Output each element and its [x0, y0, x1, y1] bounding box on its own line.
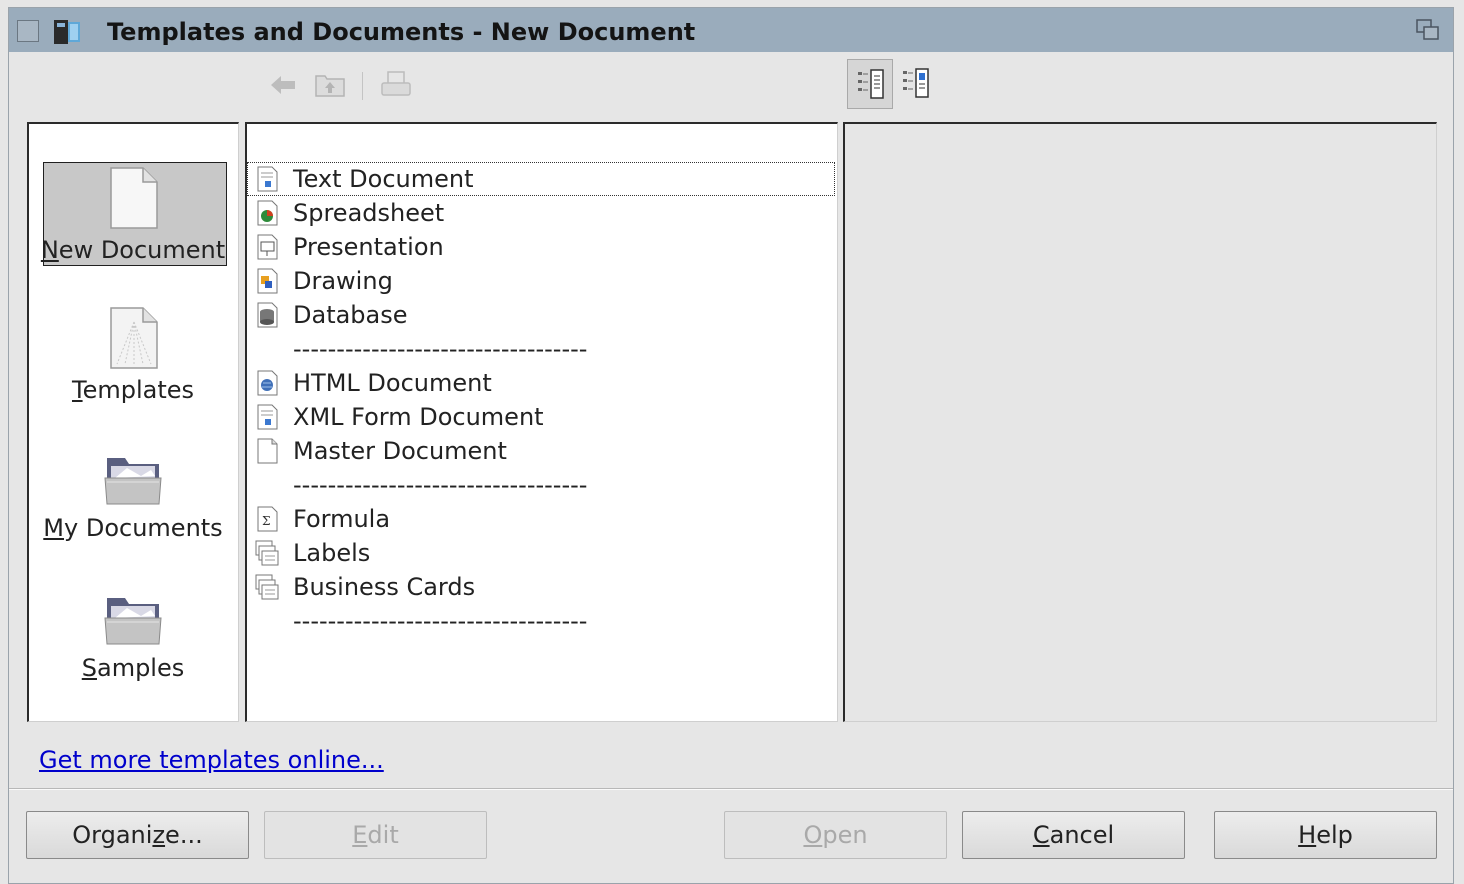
title-bar[interactable]: Templates and Documents - New Document — [9, 8, 1453, 52]
folder-icon — [104, 458, 162, 505]
get-more-templates-link[interactable]: Get more templates online... — [39, 746, 384, 774]
category-my-documents[interactable]: My Documents — [29, 454, 237, 542]
presentation-icon — [257, 234, 278, 260]
master-document-icon — [257, 438, 278, 464]
list-item-label: HTML Document — [293, 369, 492, 397]
list-item-label: Database — [293, 301, 408, 329]
list-item-label: Business Cards — [293, 573, 476, 601]
list-separator: ---------------------------------- — [247, 604, 837, 638]
button-label-part: Organi — [72, 821, 153, 849]
list-separator: ---------------------------------- — [247, 332, 837, 366]
window-title: Templates and Documents - New Document — [107, 18, 696, 46]
list-item-label: Master Document — [293, 437, 507, 465]
open-button[interactable]: Open — [724, 811, 947, 859]
category-label: New Document — [40, 236, 226, 264]
category-samples[interactable]: Samples — [29, 594, 237, 682]
separator-line: ---------------------------------- — [293, 471, 588, 499]
category-panel: New Document Templates My Documents Samp… — [27, 122, 239, 722]
category-templates[interactable]: Templates — [29, 306, 237, 404]
list-item-label: Spreadsheet — [293, 199, 445, 227]
folder-icon — [104, 598, 162, 645]
button-label-part: e... — [165, 821, 203, 849]
list-item[interactable]: XML Form Document — [247, 400, 837, 434]
button-label-part: elp — [1316, 821, 1353, 849]
list-item[interactable]: HTML Document — [247, 366, 837, 400]
list-item[interactable]: Database — [247, 298, 837, 332]
back-arrow-icon[interactable] — [267, 70, 299, 100]
button-mnemonic: H — [1298, 821, 1317, 849]
list-item-label: XML Form Document — [293, 403, 544, 431]
list-item-label: Presentation — [293, 233, 444, 261]
list-item[interactable]: Spreadsheet — [247, 196, 837, 230]
button-label-part: dit — [367, 821, 399, 849]
blank-page-icon — [110, 167, 158, 229]
html-document-icon — [257, 370, 278, 396]
list-item[interactable]: Presentation — [247, 230, 837, 264]
list-item[interactable]: Business Cards — [247, 570, 837, 604]
text-document-icon — [257, 166, 278, 192]
list-item-label: Drawing — [293, 267, 393, 295]
spreadsheet-icon — [257, 200, 278, 226]
restore-window-icon[interactable] — [1415, 18, 1441, 42]
business-cards-icon — [255, 574, 279, 600]
list-item[interactable]: Labels — [247, 536, 837, 570]
print-icon[interactable] — [379, 68, 413, 100]
list-item-label: Text Document — [293, 165, 474, 193]
window-menu-icon[interactable] — [17, 20, 39, 42]
database-icon — [257, 302, 278, 328]
button-mnemonic: z — [152, 821, 166, 849]
formula-icon: Σ — [257, 506, 278, 532]
document-list-items: Text Document Spreadsheet Presentation Draw… — [247, 162, 837, 638]
folder-up-icon[interactable] — [313, 68, 347, 100]
document-properties-icon[interactable] — [902, 67, 932, 99]
document-preview-button[interactable] — [847, 59, 893, 109]
cancel-button[interactable]: Cancel — [962, 811, 1185, 859]
category-new-document[interactable]: New Document — [29, 162, 237, 266]
edit-button[interactable]: Edit — [264, 811, 487, 859]
list-item-label: Formula — [293, 505, 391, 533]
document-list: Text Document Spreadsheet Presentation Draw… — [245, 122, 838, 722]
help-button[interactable]: Help — [1214, 811, 1437, 859]
document-preview-icon — [858, 69, 884, 99]
list-item[interactable]: Σ Formula — [247, 502, 837, 536]
category-label: Templates — [71, 376, 195, 404]
office-app-icon — [54, 20, 80, 44]
button-label-part: ancel — [1049, 821, 1115, 849]
templates-icon — [110, 307, 158, 369]
templates-dialog: Templates and Documents - New Document N… — [8, 7, 1454, 884]
list-item-label: Labels — [293, 539, 371, 567]
divider — [9, 788, 1453, 790]
toolbar-separator — [362, 72, 363, 100]
list-item[interactable]: Text Document — [247, 162, 835, 196]
svg-text:Σ: Σ — [262, 514, 270, 528]
button-label-part: pen — [822, 821, 868, 849]
category-label: Samples — [81, 654, 185, 682]
drawing-icon — [257, 268, 278, 294]
separator-line: ---------------------------------- — [293, 335, 588, 363]
separator-line: ---------------------------------- — [293, 607, 588, 635]
category-label: My Documents — [43, 514, 223, 542]
preview-panel — [843, 122, 1437, 722]
button-mnemonic: E — [352, 821, 368, 849]
organize-button[interactable]: Organize... — [26, 811, 249, 859]
list-item[interactable]: Drawing — [247, 264, 837, 298]
list-separator: ---------------------------------- — [247, 468, 837, 502]
list-item[interactable]: Master Document — [247, 434, 837, 468]
labels-icon — [255, 540, 279, 566]
button-mnemonic: O — [803, 821, 823, 849]
xml-form-icon — [257, 404, 278, 430]
button-mnemonic: C — [1032, 821, 1050, 849]
